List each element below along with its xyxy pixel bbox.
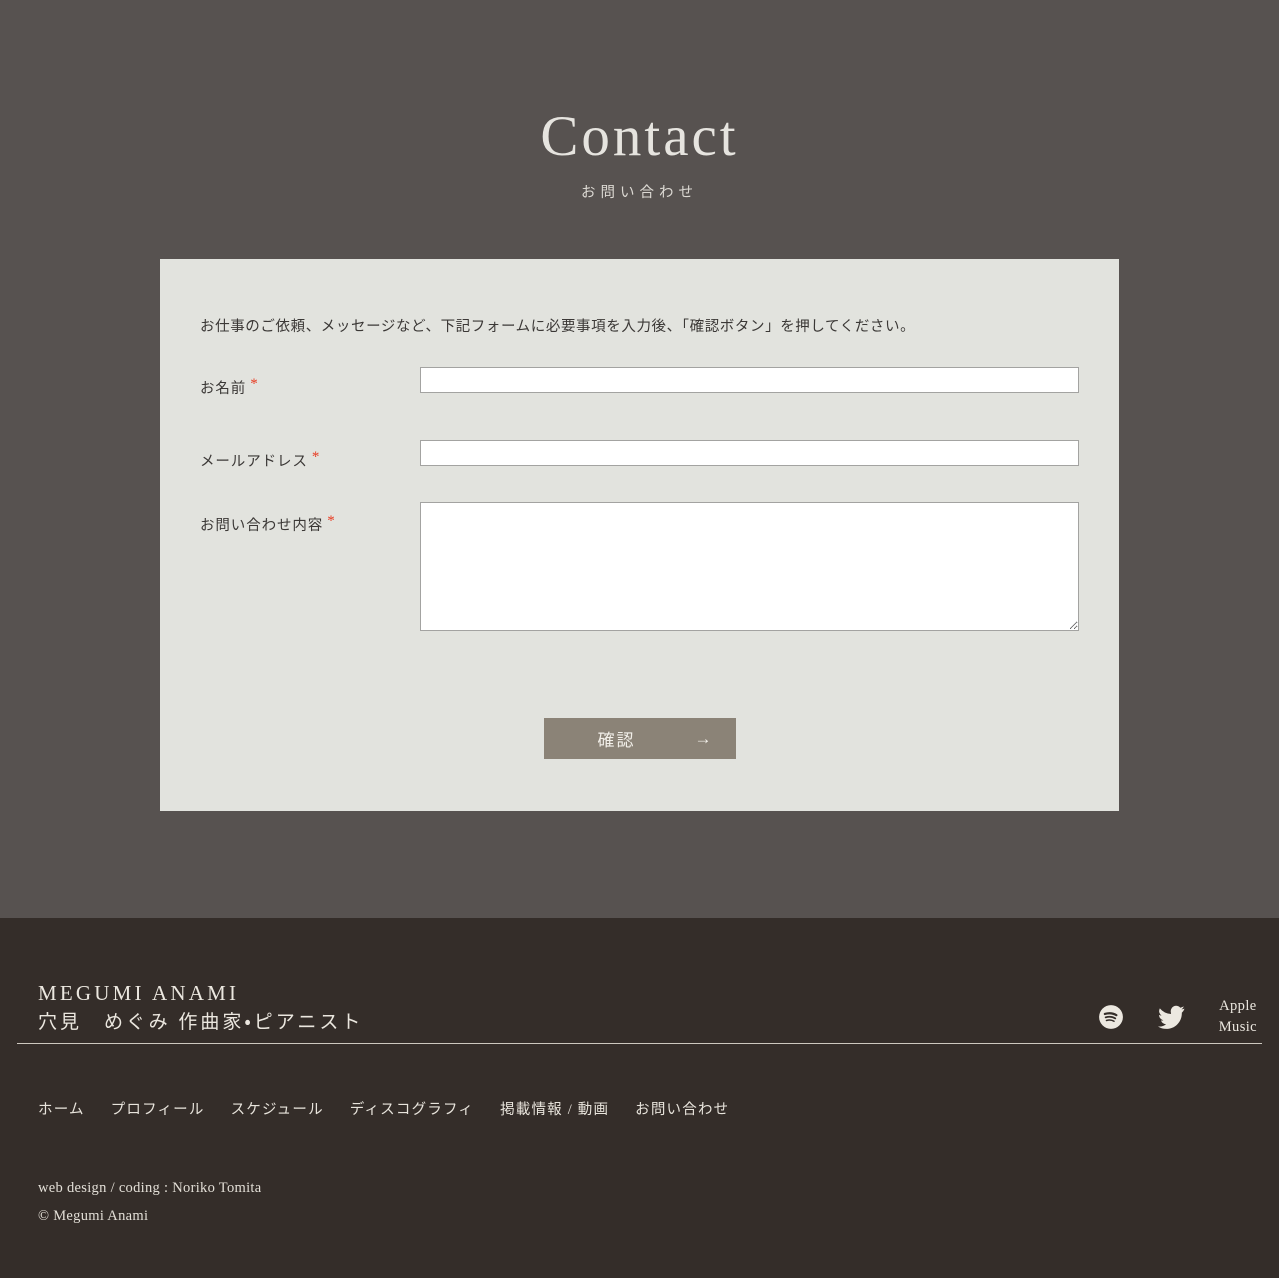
- footer-nav-item-discography[interactable]: ディスコグラフィ: [350, 1098, 474, 1119]
- arrow-right-icon: →: [694, 729, 714, 748]
- footer-nav-item-profile[interactable]: プロフィール: [111, 1098, 205, 1119]
- message-textarea[interactable]: [420, 502, 1079, 631]
- form-intro-text: お仕事のご依頼、メッセージなど、下記フォームに必要事項を入力後、「確認ボタン」を…: [200, 319, 916, 335]
- footer-nav-item-contact[interactable]: お問い合わせ: [635, 1098, 729, 1119]
- footer-nav: ホーム プロフィール スケジュール ディスコグラフィ 掲載情報 / 動画 お問い…: [38, 1098, 729, 1119]
- main-content: Contact お問い合わせ お仕事のご依頼、メッセージなど、下記フォームに必要…: [0, 0, 1279, 918]
- footer-nav-item-home[interactable]: ホーム: [38, 1098, 85, 1119]
- apple-music-line-1: Apple: [1219, 998, 1257, 1014]
- brand-name: MEGUMI ANAMI: [38, 981, 240, 1005]
- apple-music-link[interactable]: Apple Music: [1219, 996, 1257, 1038]
- field-label-name: お名前 *: [200, 377, 259, 398]
- footer-social-links: Apple Music: [1098, 996, 1257, 1038]
- field-label-email: メールアドレス *: [200, 450, 320, 471]
- field-label-email-text: メールアドレス: [200, 454, 308, 470]
- submit-area: 確認 →: [160, 718, 1119, 764]
- footer-nav-item-media-video[interactable]: 掲載情報 / 動画: [500, 1098, 609, 1119]
- required-asterisk-email: *: [311, 449, 321, 465]
- required-asterisk-message: *: [327, 513, 336, 529]
- field-label-message: お問い合わせ内容 *: [200, 514, 336, 535]
- brand-subtitle: 穴見 めぐみ 作曲家・ピアニスト: [38, 1012, 364, 1034]
- field-label-name-text: お名前: [200, 381, 247, 397]
- credit-copyright: © Megumi Anami: [38, 1208, 149, 1225]
- email-input[interactable]: [420, 440, 1079, 466]
- name-input[interactable]: [420, 367, 1079, 393]
- spotify-icon[interactable]: [1098, 1004, 1124, 1030]
- footer-brand: MEGUMI ANAMI 穴見 めぐみ 作曲家・ピアニスト: [38, 980, 363, 1035]
- required-asterisk-name: *: [250, 376, 259, 392]
- field-label-message-text: お問い合わせ内容: [200, 518, 324, 534]
- apple-music-line-2: Music: [1218, 1019, 1257, 1036]
- confirm-button[interactable]: 確認 →: [543, 718, 736, 759]
- credit-web-design: web design / coding : Noriko Tomita: [38, 1180, 262, 1196]
- footer-nav-item-schedule[interactable]: スケジュール: [231, 1098, 324, 1119]
- footer-credits: web design / coding : Noriko Tomita © Me…: [38, 1174, 261, 1231]
- twitter-icon[interactable]: [1157, 1005, 1185, 1029]
- confirm-button-label: 確認: [597, 731, 636, 750]
- page-subtitle: お問い合わせ: [581, 185, 698, 201]
- page-title: Contact: [540, 105, 739, 168]
- page-heading: Contact お問い合わせ: [0, 0, 1279, 202]
- footer-divider: [17, 1043, 1262, 1044]
- contact-form-panel: お仕事のご依頼、メッセージなど、下記フォームに必要事項を入力後、「確認ボタン」を…: [160, 259, 1119, 811]
